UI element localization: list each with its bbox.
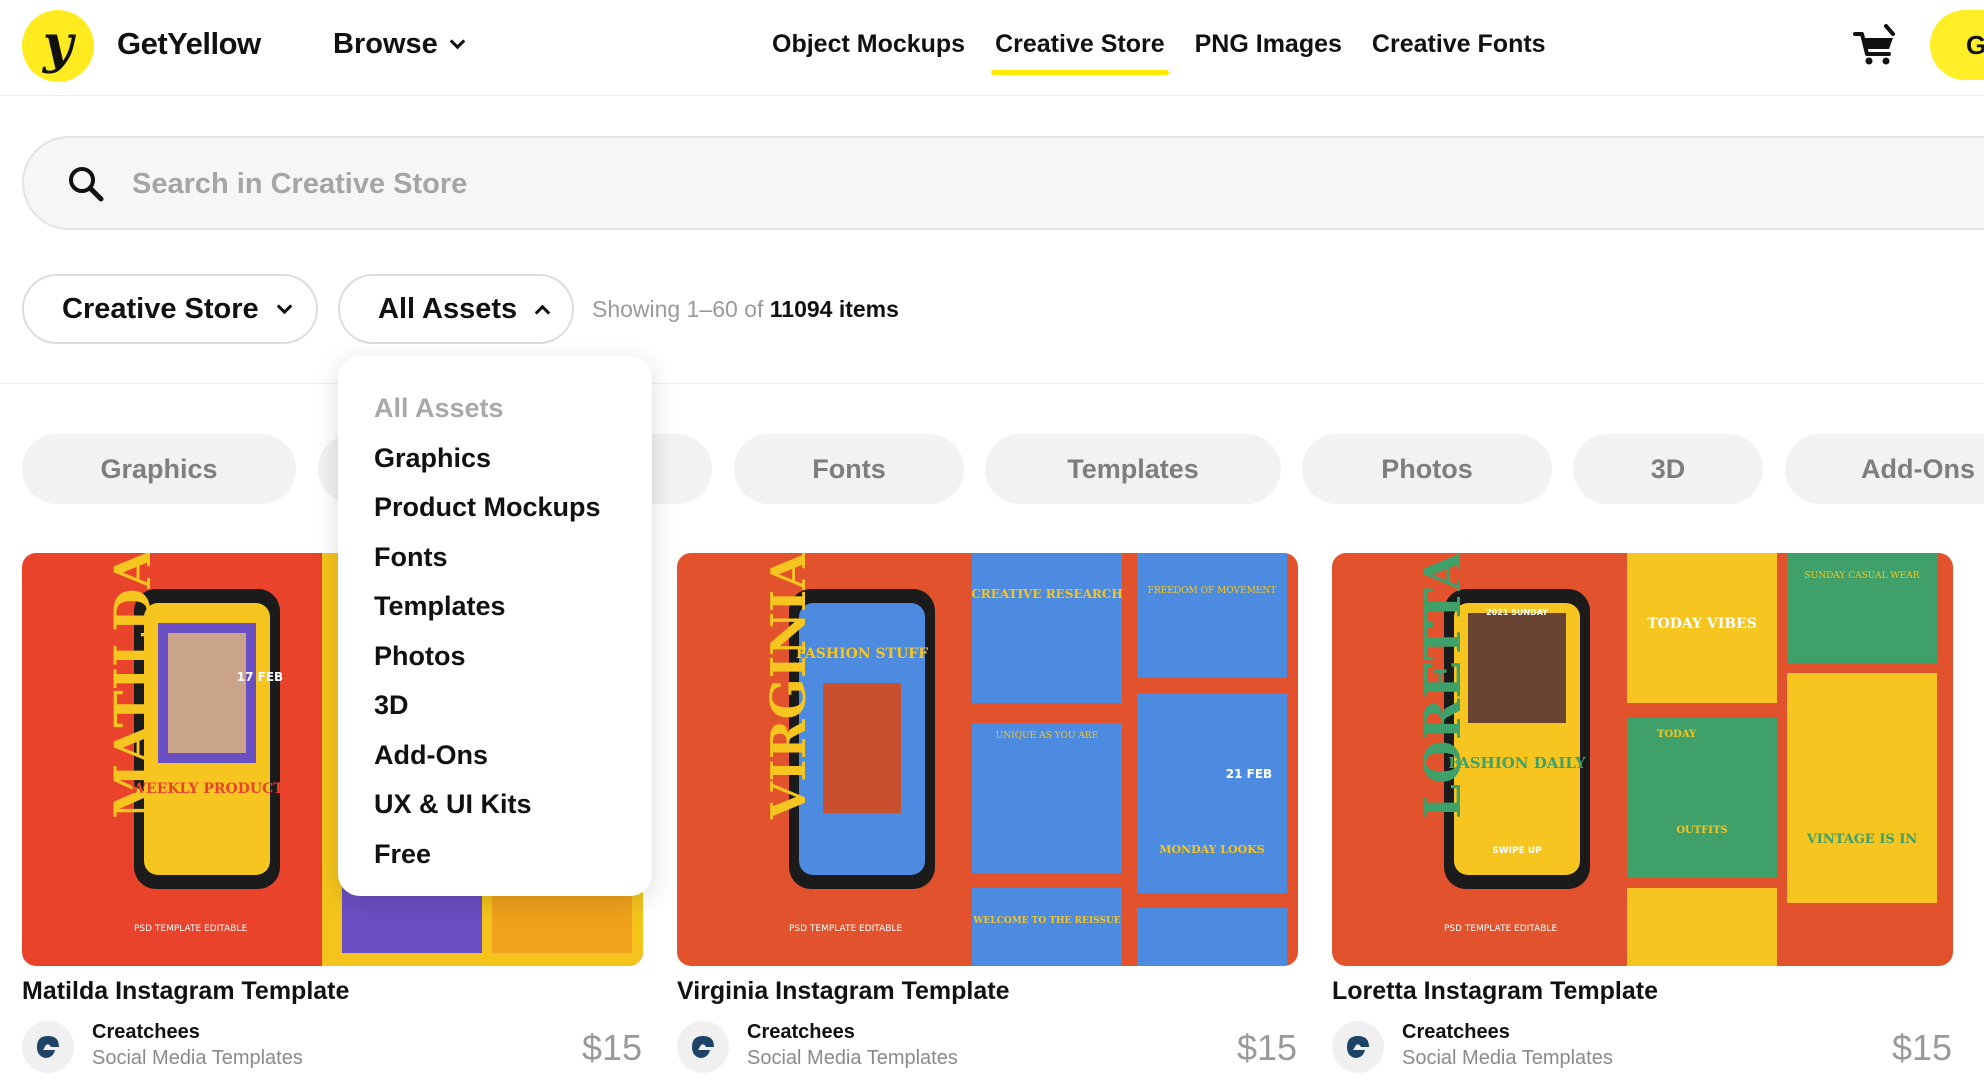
svg-text:SWIPE UP: SWIPE UP xyxy=(1492,846,1542,856)
nav-creative-store[interactable]: Creative Store xyxy=(991,30,1169,75)
menu-item-ux-ui-kits[interactable]: UX & UI Kits xyxy=(338,780,652,830)
svg-text:LORETTA: LORETTA xyxy=(1413,553,1472,819)
browse-label: Browse xyxy=(333,28,438,60)
product-title[interactable]: Loretta Instagram Template xyxy=(1332,977,1658,1006)
category-graphics[interactable]: Graphics xyxy=(22,434,296,504)
brand-name[interactable]: GetYellow xyxy=(117,26,261,62)
category-3d[interactable]: 3D xyxy=(1573,434,1763,504)
category-templates[interactable]: Templates xyxy=(985,434,1281,504)
svg-text:SUNDAY CASUAL WEAR: SUNDAY CASUAL WEAR xyxy=(1804,571,1919,581)
menu-item-photos[interactable]: Photos xyxy=(338,632,652,682)
menu-item-add-ons[interactable]: Add-Ons xyxy=(338,731,652,781)
store-dropdown[interactable]: Creative Store xyxy=(22,274,318,344)
author-avatar[interactable] xyxy=(677,1021,729,1073)
filter-row: Creative Store All Assets Showing 1–60 o… xyxy=(0,274,1984,384)
svg-text:OUTFITS: OUTFITS xyxy=(1676,825,1727,836)
svg-text:TODAY: TODAY xyxy=(1657,729,1697,740)
menu-item-fonts[interactable]: Fonts xyxy=(338,533,652,583)
svg-text:FASHION STUFF: FASHION STUFF xyxy=(796,646,928,662)
browse-menu-button[interactable]: Browse xyxy=(333,28,466,61)
product-category[interactable]: Social Media Templates xyxy=(1402,1047,1613,1070)
assets-dropdown-menu: All Assets Graphics Product Mockups Font… xyxy=(338,356,652,896)
chevron-up-icon xyxy=(534,304,551,320)
svg-text:17 FEB: 17 FEB xyxy=(237,670,283,684)
svg-text:MATILDA: MATILDA xyxy=(103,553,162,819)
store-dropdown-label: Creative Store xyxy=(62,292,259,325)
author-name[interactable]: Creatchees xyxy=(92,1021,200,1044)
logo-letter: y xyxy=(42,13,74,75)
menu-item-free[interactable]: Free xyxy=(338,830,652,880)
product-price: $15 xyxy=(1237,1027,1298,1068)
svg-text:TODAY VIBES: TODAY VIBES xyxy=(1647,616,1757,632)
svg-text:WELCOME TO THE REISSUE: WELCOME TO THE REISSUE xyxy=(972,916,1120,926)
chevron-down-icon xyxy=(449,33,466,50)
product-category[interactable]: Social Media Templates xyxy=(747,1047,958,1070)
author-name[interactable]: Creatchees xyxy=(747,1021,855,1044)
search-bar xyxy=(22,136,1984,230)
product-title[interactable]: Virginia Instagram Template xyxy=(677,977,1010,1006)
author-avatar[interactable] xyxy=(22,1021,74,1073)
svg-text:21 FEB: 21 FEB xyxy=(1226,767,1272,781)
nav-png-images[interactable]: PNG Images xyxy=(1195,30,1342,75)
svg-text:2021 SUNDAY: 2021 SUNDAY xyxy=(1486,608,1548,617)
author-name[interactable]: Creatchees xyxy=(1402,1021,1510,1044)
product-price: $15 xyxy=(1892,1027,1953,1068)
product-thumbnail[interactable]: VIRGINIA FASHION STUFF CREATIVE RESEARCH… xyxy=(677,553,1298,966)
category-fonts[interactable]: Fonts xyxy=(734,434,964,504)
product-category[interactable]: Social Media Templates xyxy=(92,1047,303,1070)
result-count: Showing 1–60 of 11094 items xyxy=(592,296,899,323)
top-header: y GetYellow Browse Object Mockups Creati… xyxy=(0,0,1984,96)
svg-text:FASHION DAILY: FASHION DAILY xyxy=(1448,754,1586,772)
menu-item-templates[interactable]: Templates xyxy=(338,582,652,632)
nav-creative-fonts[interactable]: Creative Fonts xyxy=(1372,30,1546,75)
product-price: $15 xyxy=(582,1027,643,1068)
nav-object-mockups[interactable]: Object Mockups xyxy=(772,30,965,75)
search-icon xyxy=(66,164,106,204)
menu-item-all-assets[interactable]: All Assets xyxy=(338,384,652,434)
getyellow-logo[interactable]: y xyxy=(22,10,94,82)
result-count-total: 11094 items xyxy=(769,296,899,322)
top-nav: Object Mockups Creative Store PNG Images… xyxy=(772,30,1546,75)
menu-item-product-mockups[interactable]: Product Mockups xyxy=(338,483,652,533)
search-input[interactable] xyxy=(132,156,1732,212)
svg-text:PSD TEMPLATE EDITABLE: PSD TEMPLATE EDITABLE xyxy=(789,924,902,934)
assets-dropdown[interactable]: All Assets xyxy=(338,274,574,344)
chevron-down-icon xyxy=(276,298,292,314)
svg-text:VINTAGE IS IN: VINTAGE IS IN xyxy=(1806,832,1918,847)
svg-text:MONDAY LOOKS: MONDAY LOOKS xyxy=(1159,843,1264,856)
author-avatar[interactable] xyxy=(1332,1021,1384,1073)
product-thumbnail[interactable]: LORETTA FASHION DAILY SWIPE UP 2021 SUND… xyxy=(1332,553,1953,966)
svg-text:CREATIVE RESEARCH: CREATIVE RESEARCH xyxy=(971,587,1123,601)
category-add-ons[interactable]: Add-Ons xyxy=(1785,434,1984,504)
get-started-button[interactable]: G xyxy=(1930,10,1984,80)
product-title[interactable]: Matilda Instagram Template xyxy=(22,977,349,1006)
svg-text:VIRGINIA: VIRGINIA xyxy=(761,553,817,820)
assets-dropdown-label: All Assets xyxy=(378,292,518,325)
svg-text:FREEDOM OF MOVEMENT: FREEDOM OF MOVEMENT xyxy=(1148,586,1276,596)
result-count-prefix: Showing 1–60 of xyxy=(592,296,770,322)
menu-item-graphics[interactable]: Graphics xyxy=(338,434,652,484)
category-photos[interactable]: Photos xyxy=(1302,434,1552,504)
svg-text:PSD TEMPLATE EDITABLE: PSD TEMPLATE EDITABLE xyxy=(134,924,247,934)
svg-text:PSD TEMPLATE EDITABLE: PSD TEMPLATE EDITABLE xyxy=(1444,924,1557,934)
svg-text:UNIQUE AS YOU ARE: UNIQUE AS YOU ARE xyxy=(996,731,1099,741)
menu-item-3d[interactable]: 3D xyxy=(338,681,652,731)
svg-text:WEEKLY PRODUCT: WEEKLY PRODUCT xyxy=(129,781,284,797)
cart-icon[interactable] xyxy=(1853,24,1897,66)
